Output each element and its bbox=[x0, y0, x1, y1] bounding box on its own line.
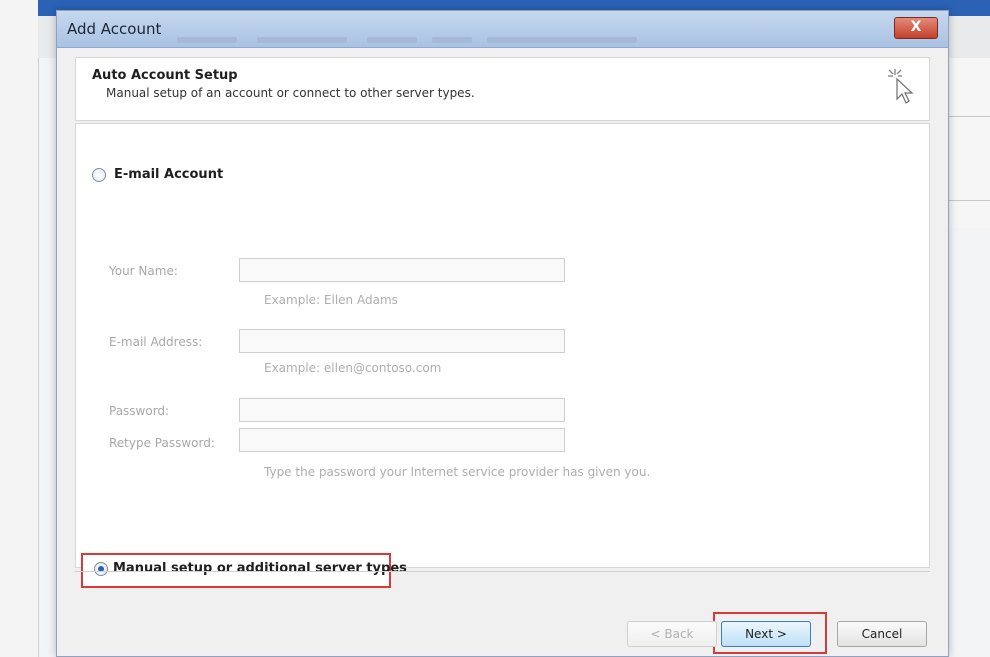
sparkle-cursor-icon bbox=[888, 69, 914, 104]
retype-password-input[interactable] bbox=[239, 428, 565, 452]
email-account-radio[interactable] bbox=[92, 168, 106, 182]
dialog-header: Auto Account Setup Manual setup of an ac… bbox=[75, 57, 930, 121]
cancel-button[interactable]: Cancel bbox=[837, 621, 927, 647]
dialog-content: E-mail Account Your Name: Example: Ellen… bbox=[75, 123, 930, 588]
close-icon: X bbox=[910, 19, 922, 35]
titlebar-ghost-tab bbox=[487, 37, 637, 43]
titlebar-ghost-tab bbox=[177, 37, 237, 43]
your-name-example: Example: Ellen Adams bbox=[264, 293, 398, 307]
your-name-input[interactable] bbox=[239, 258, 565, 282]
background-window-left-strip bbox=[0, 0, 39, 657]
header-subtitle: Manual setup of an account or connect to… bbox=[106, 86, 475, 100]
back-button[interactable]: < Back bbox=[627, 621, 717, 647]
close-button[interactable]: X bbox=[894, 17, 938, 39]
email-address-input[interactable] bbox=[239, 329, 565, 353]
password-hint: Type the password your Internet service … bbox=[264, 465, 651, 479]
retype-password-label: Retype Password: bbox=[109, 436, 215, 450]
manual-setup-radio[interactable] bbox=[94, 562, 108, 576]
dialog-title: Add Account bbox=[67, 20, 162, 38]
email-account-label[interactable]: E-mail Account bbox=[114, 167, 223, 182]
next-button[interactable]: Next > bbox=[721, 621, 811, 647]
your-name-label: Your Name: bbox=[109, 264, 178, 278]
add-account-dialog: Add Account X Auto Account Setup Manual … bbox=[56, 10, 949, 657]
footer-divider bbox=[75, 571, 930, 572]
email-address-example: Example: ellen@contoso.com bbox=[264, 361, 442, 375]
email-address-label: E-mail Address: bbox=[109, 335, 203, 349]
header-title: Auto Account Setup bbox=[92, 68, 238, 83]
dialog-titlebar[interactable]: Add Account X bbox=[57, 11, 948, 48]
manual-setup-label[interactable]: Manual setup or additional server types bbox=[113, 561, 407, 576]
titlebar-ghost-tab bbox=[432, 37, 472, 43]
password-input[interactable] bbox=[239, 398, 565, 422]
password-label: Password: bbox=[109, 404, 170, 418]
titlebar-ghost-tab bbox=[257, 37, 347, 43]
titlebar-ghost-tab bbox=[367, 37, 417, 43]
